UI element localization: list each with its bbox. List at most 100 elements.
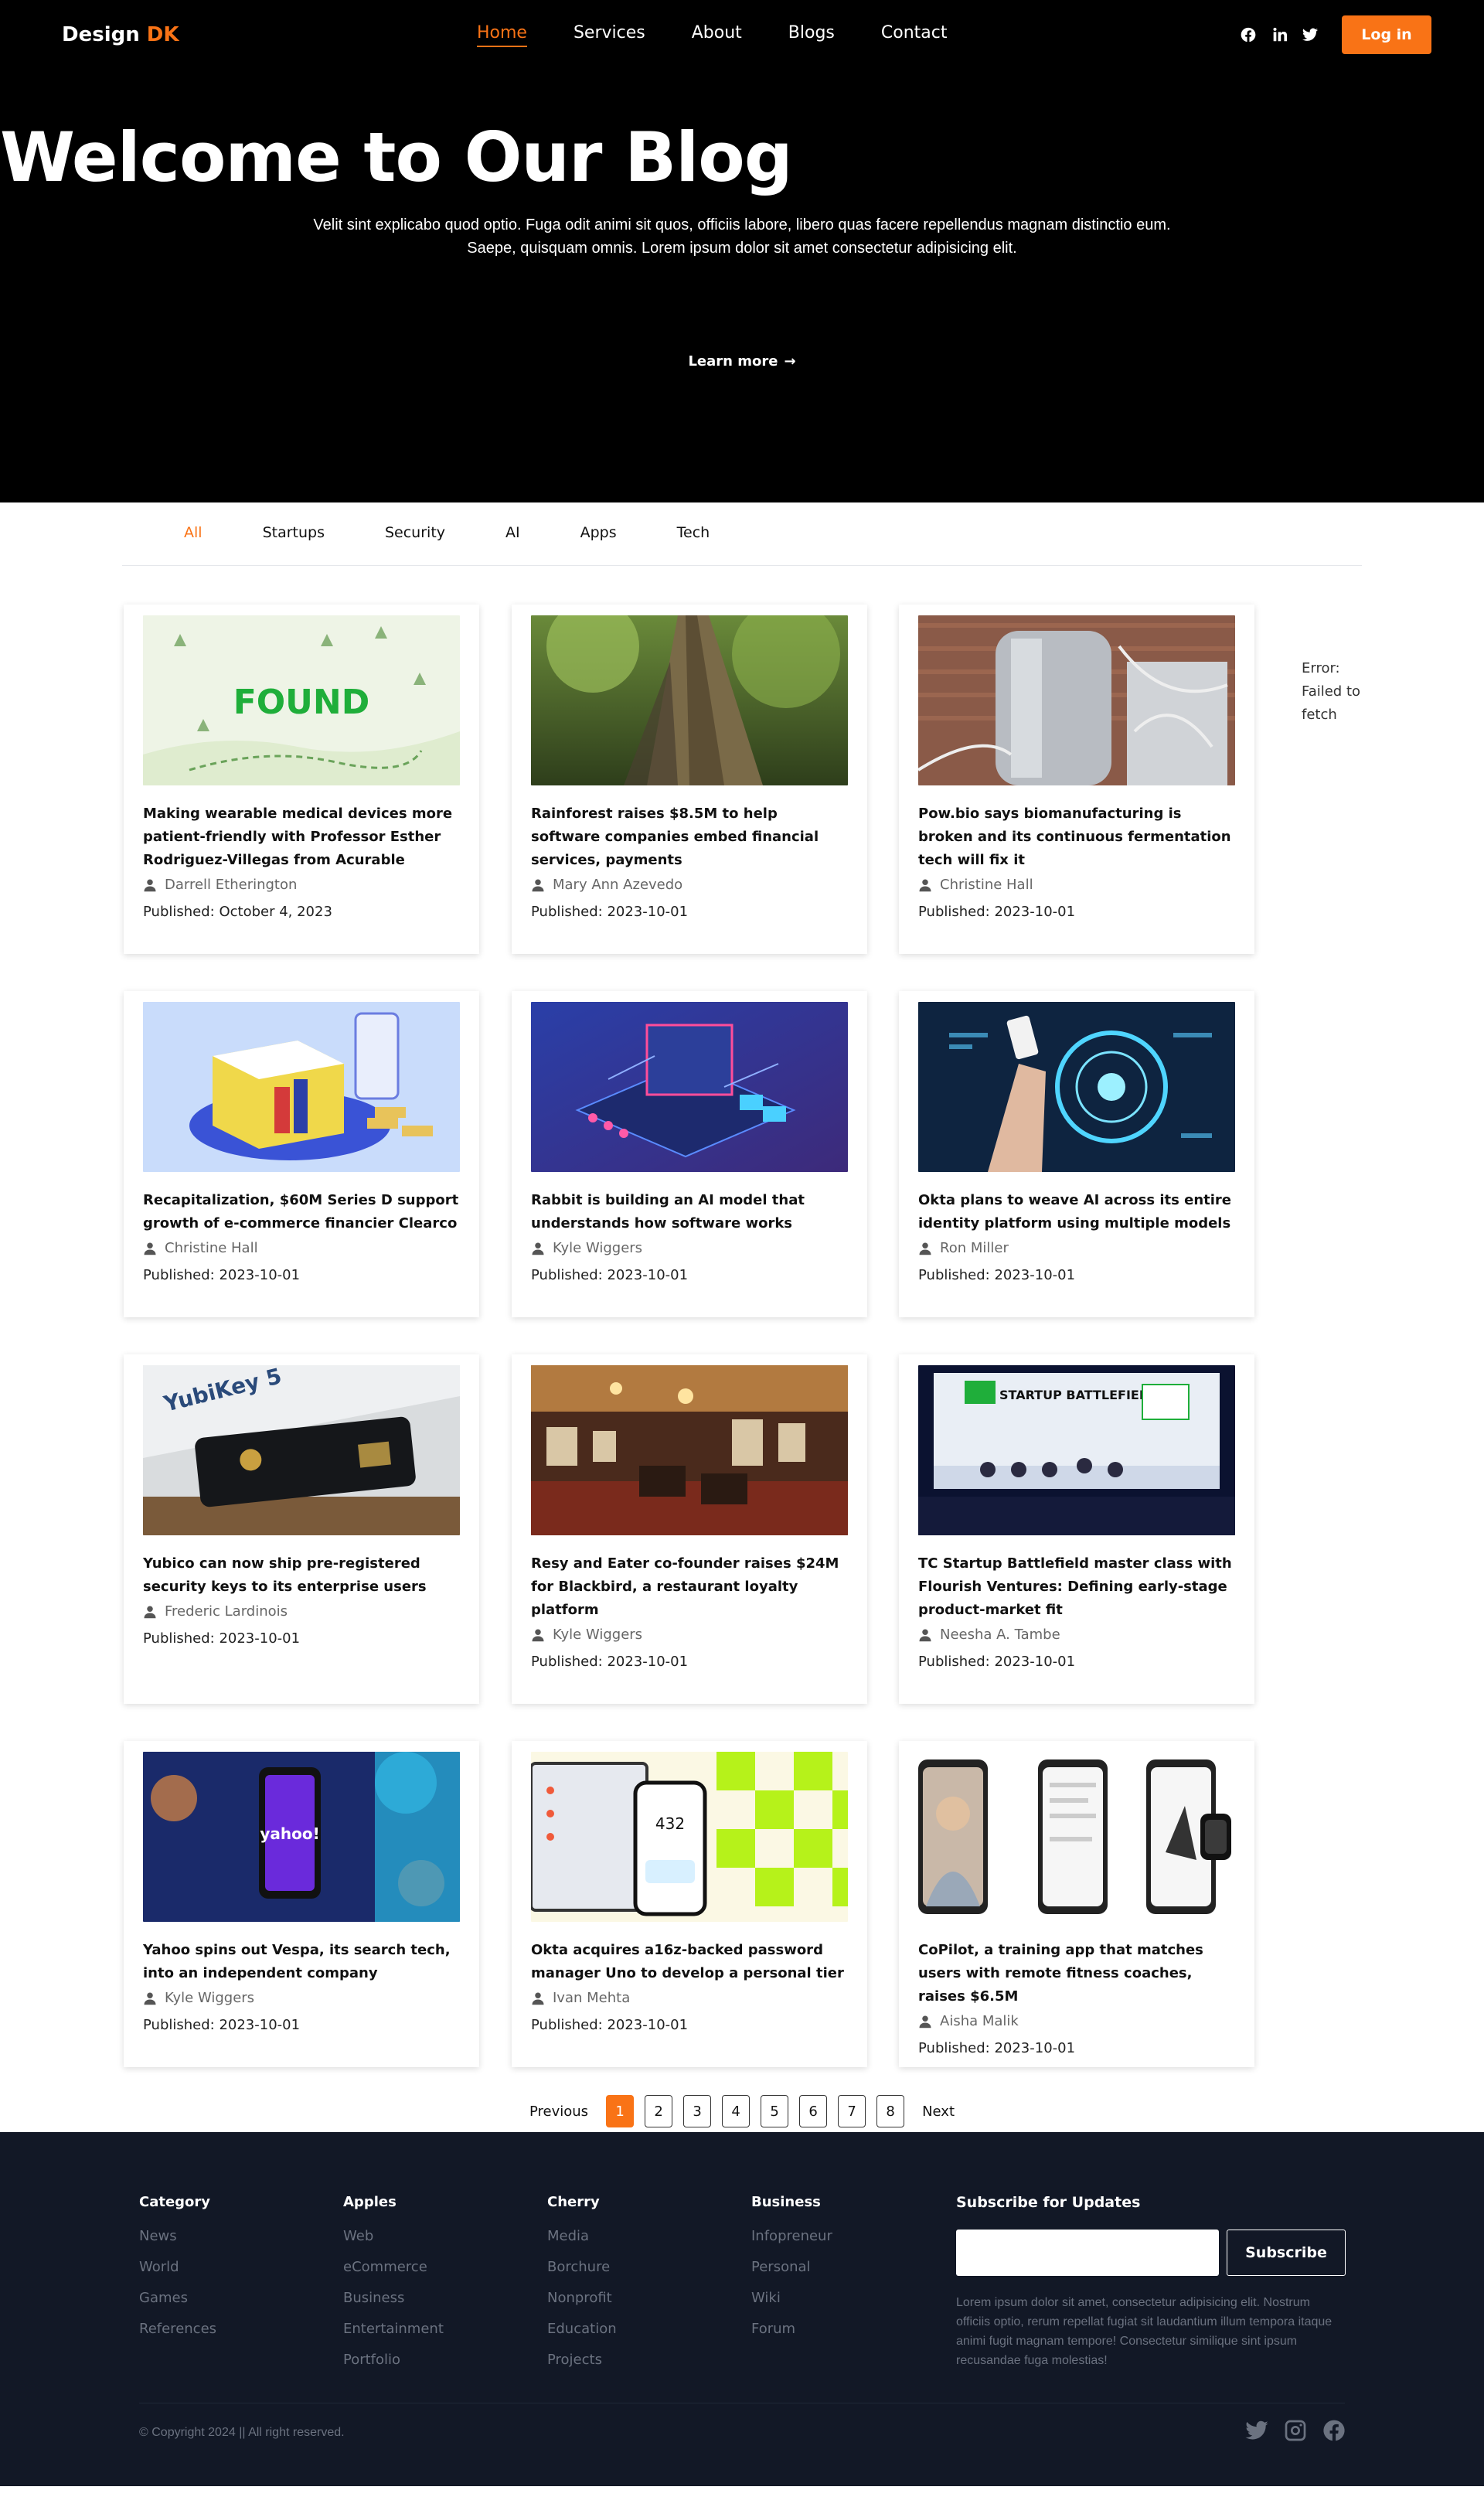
post-title[interactable]: Yahoo spins out Vespa, its search tech, … bbox=[143, 1939, 460, 1985]
footer-link[interactable]: Media bbox=[547, 2221, 617, 2252]
footer-link[interactable]: eCommerce bbox=[343, 2252, 444, 2283]
footer-link[interactable]: Wiki bbox=[751, 2283, 832, 2314]
footer-link[interactable]: Games bbox=[139, 2283, 216, 2314]
footer-link[interactable]: Infopreneur bbox=[751, 2221, 832, 2252]
post-title[interactable]: Recapitalization, $60M Series D support … bbox=[143, 1189, 460, 1235]
post-card[interactable]: Rainforest raises $8.5M to help software… bbox=[512, 605, 867, 954]
footer-heading: Category bbox=[139, 2194, 211, 2210]
post-card[interactable]: YubiKey 5 Yubico can now ship pre-regist… bbox=[124, 1354, 479, 1704]
subscribe-heading: Subscribe for Updates bbox=[956, 2194, 1141, 2211]
tab-apps[interactable]: Apps bbox=[580, 524, 617, 541]
post-author: Neesha A. Tambe bbox=[918, 1627, 1235, 1643]
post-card[interactable]: Pow.bio says biomanufacturing is broken … bbox=[899, 605, 1254, 954]
arrow-right-icon: → bbox=[784, 353, 796, 370]
error-message: Error: Failed to fetch bbox=[1302, 660, 1361, 723]
twitter-icon[interactable] bbox=[1302, 26, 1319, 43]
post-title[interactable]: Making wearable medical devices more pat… bbox=[143, 802, 460, 872]
footer-link[interactable]: Nonprofit bbox=[547, 2283, 617, 2314]
twitter-icon[interactable] bbox=[1244, 2418, 1269, 2443]
footer-link[interactable]: News bbox=[139, 2221, 216, 2252]
facebook-icon[interactable] bbox=[1240, 26, 1257, 43]
page-5[interactable]: 5 bbox=[761, 2095, 789, 2127]
post-title[interactable]: TC Startup Battlefield master class with… bbox=[918, 1552, 1235, 1622]
footer-link[interactable]: Personal bbox=[751, 2252, 832, 2283]
svg-text:yahoo!: yahoo! bbox=[260, 1824, 319, 1843]
footer-link[interactable]: Portfolio bbox=[343, 2345, 444, 2376]
post-date: Published: 2023-10-01 bbox=[143, 1267, 301, 1283]
post-date: Published: 2023-10-01 bbox=[143, 2017, 301, 2033]
page-4[interactable]: 4 bbox=[722, 2095, 751, 2127]
post-date: Published: 2023-10-01 bbox=[531, 2017, 689, 2033]
page-2[interactable]: 2 bbox=[645, 2095, 673, 2127]
nav-contact[interactable]: Contact bbox=[881, 23, 948, 47]
pagination-next[interactable]: Next bbox=[922, 2104, 955, 2120]
post-card[interactable]: FOUND Making wearable medical devices mo… bbox=[124, 605, 479, 954]
post-card[interactable]: CoPilot, a training app that matches use… bbox=[899, 1741, 1254, 2067]
footer-link[interactable]: Entertainment bbox=[343, 2314, 444, 2345]
post-title[interactable]: Yubico can now ship pre-registered secur… bbox=[143, 1552, 460, 1599]
page-6[interactable]: 6 bbox=[799, 2095, 828, 2127]
post-card[interactable]: STARTUP BATTLEFIELD 200 TC Startup Battl… bbox=[899, 1354, 1254, 1704]
post-card[interactable]: 432 Okta acquires a16z-backed password m… bbox=[512, 1741, 867, 2067]
blog-content: FOUND Making wearable medical devices mo… bbox=[0, 566, 1484, 2132]
instagram-icon[interactable] bbox=[1283, 2418, 1308, 2443]
user-icon bbox=[919, 1629, 931, 1641]
post-card[interactable]: Resy and Eater co-founder raises $24M fo… bbox=[512, 1354, 867, 1704]
footer: Category News World Games References App… bbox=[0, 2132, 1484, 2486]
post-card[interactable]: yahoo! Yahoo spins out Vespa, its search… bbox=[124, 1741, 479, 2067]
footer-column-business: Business Infopreneur Personal Wiki Forum bbox=[751, 2194, 832, 2345]
post-card[interactable]: Okta plans to weave AI across its entire… bbox=[899, 991, 1254, 1317]
pagination-previous[interactable]: Previous bbox=[529, 2104, 588, 2120]
nav-blogs[interactable]: Blogs bbox=[788, 23, 835, 47]
post-title[interactable]: Okta acquires a16z-backed password manag… bbox=[531, 1939, 848, 1985]
post-author: Kyle Wiggers bbox=[143, 1990, 460, 2006]
linkedin-icon[interactable] bbox=[1271, 26, 1288, 43]
post-date: Published: 2023-10-01 bbox=[531, 1654, 689, 1670]
page-1[interactable]: 1 bbox=[606, 2095, 635, 2127]
subscribe-button[interactable]: Subscribe bbox=[1227, 2230, 1346, 2276]
footer-link[interactable]: Education bbox=[547, 2314, 617, 2345]
footer-link[interactable]: References bbox=[139, 2314, 216, 2345]
nav-services[interactable]: Services bbox=[574, 23, 645, 47]
footer-social-links bbox=[1244, 2418, 1346, 2443]
user-icon bbox=[144, 879, 156, 891]
post-image: STARTUP BATTLEFIELD 200 bbox=[918, 1365, 1235, 1535]
post-title[interactable]: Resy and Eater co-founder raises $24M fo… bbox=[531, 1552, 848, 1622]
post-title[interactable]: Pow.bio says biomanufacturing is broken … bbox=[918, 802, 1235, 872]
tab-tech[interactable]: Tech bbox=[677, 524, 710, 541]
post-title[interactable]: Okta plans to weave AI across its entire… bbox=[918, 1189, 1235, 1235]
footer-link[interactable]: Forum bbox=[751, 2314, 832, 2345]
footer-link[interactable]: Web bbox=[343, 2221, 444, 2252]
facebook-icon[interactable] bbox=[1322, 2418, 1346, 2443]
nav-about[interactable]: About bbox=[692, 23, 742, 47]
login-button[interactable]: Log in bbox=[1342, 15, 1431, 54]
logo[interactable]: Design DK bbox=[62, 23, 179, 46]
svg-text:FOUND: FOUND bbox=[233, 683, 370, 722]
post-card[interactable]: Rabbit is building an AI model that unde… bbox=[512, 991, 867, 1317]
tab-startups[interactable]: Startups bbox=[263, 524, 325, 541]
nav-home[interactable]: Home bbox=[477, 23, 527, 47]
page-3[interactable]: 3 bbox=[683, 2095, 712, 2127]
subscribe-email-input[interactable] bbox=[956, 2230, 1219, 2276]
post-image bbox=[531, 1365, 848, 1535]
post-title[interactable]: Rabbit is building an AI model that unde… bbox=[531, 1189, 848, 1235]
footer-link[interactable]: Borchure bbox=[547, 2252, 617, 2283]
learn-more-label: Learn more bbox=[688, 353, 778, 370]
post-author: Darrell Etherington bbox=[143, 877, 460, 893]
post-author: Frederic Lardinois bbox=[143, 1603, 460, 1620]
post-title[interactable]: Rainforest raises $8.5M to help software… bbox=[531, 802, 848, 872]
subscribe-description: Lorem ipsum dolor sit amet, consectetur … bbox=[956, 2296, 1333, 2367]
footer-link[interactable]: Business bbox=[343, 2283, 444, 2314]
user-icon bbox=[919, 879, 931, 891]
learn-more-link[interactable]: Learn more → bbox=[0, 353, 1484, 370]
footer-link[interactable]: Projects bbox=[547, 2345, 617, 2376]
post-image: yahoo! bbox=[143, 1752, 460, 1922]
footer-link[interactable]: World bbox=[139, 2252, 216, 2283]
tab-ai[interactable]: AI bbox=[505, 524, 520, 541]
post-title[interactable]: CoPilot, a training app that matches use… bbox=[918, 1939, 1235, 2008]
tab-security[interactable]: Security bbox=[385, 524, 445, 541]
tab-all[interactable]: All bbox=[184, 524, 203, 541]
page-8[interactable]: 8 bbox=[876, 2095, 905, 2127]
post-card[interactable]: Recapitalization, $60M Series D support … bbox=[124, 991, 479, 1317]
page-7[interactable]: 7 bbox=[838, 2095, 866, 2127]
